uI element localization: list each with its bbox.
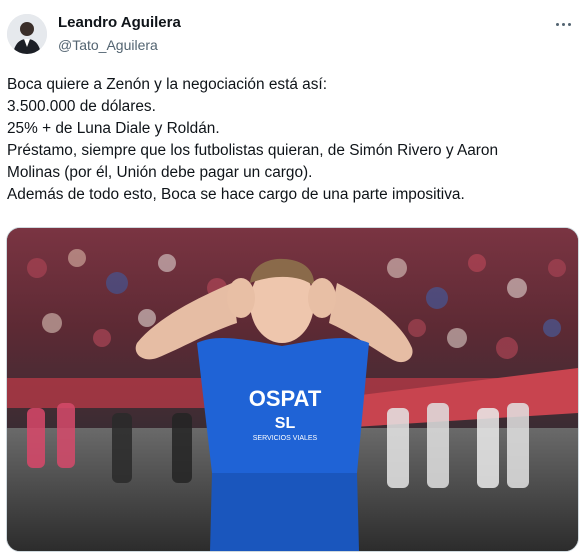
tweet-photo[interactable]: OSPAT SL SERVICIOS VIALES: [6, 227, 579, 552]
author-name[interactable]: Leandro Aguilera: [58, 14, 181, 32]
jersey-caption: SERVICIOS VIALES: [253, 435, 318, 442]
tweet-line: Además de todo esto, Boca se hace cargo …: [7, 186, 465, 203]
tweet-text: Boca quiere a Zenón y la negociación est…: [7, 74, 577, 206]
jersey-sub: SL: [275, 415, 296, 432]
tweet-header: Leandro Aguilera @Tato_Aguilera: [0, 0, 588, 70]
jersey-sponsor: OSPAT: [249, 386, 322, 411]
tweet-line: Boca quiere a Zenón y la negociación est…: [7, 76, 327, 93]
author-handle[interactable]: @Tato_Aguilera: [58, 36, 158, 54]
tweet-line: 25% + de Luna Diale y Roldán.: [7, 120, 220, 137]
more-options-icon[interactable]: [552, 14, 574, 34]
tweet-line: 3.500.000 de dólares.: [7, 98, 156, 115]
photo-illustration: OSPAT SL SERVICIOS VIALES: [7, 228, 578, 551]
tweet-line: Préstamo, siempre que los futbolistas qu…: [7, 142, 499, 159]
tweet-line: Molinas (por él, Unión debe pagar un car…: [7, 164, 313, 181]
user-avatar-icon[interactable]: [7, 14, 47, 54]
